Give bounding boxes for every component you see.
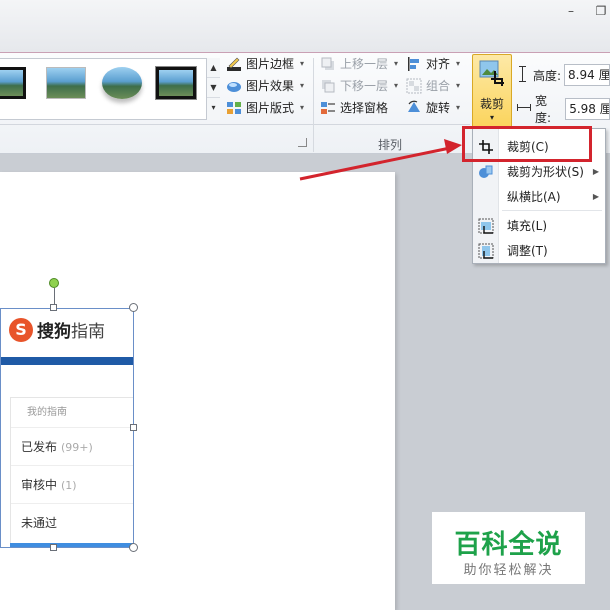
picture-effects-button[interactable]: 图片效果 ▾ xyxy=(226,76,304,96)
watermark: 百科全说 助你轻松解决 xyxy=(432,512,585,584)
sogou-logo: S 搜狗指南 xyxy=(9,317,105,342)
pencil-border-icon xyxy=(226,56,242,72)
selection-pane-icon xyxy=(320,100,336,116)
resize-handle-top[interactable] xyxy=(50,304,57,311)
rotate-button[interactable]: 旋转 ▾ xyxy=(406,98,460,118)
gallery-scrollbar[interactable]: ▲ ▼ ▾ xyxy=(206,58,220,120)
picture-border-button[interactable]: 图片边框 ▾ xyxy=(226,54,304,74)
picture-styles-launcher-icon[interactable] xyxy=(298,138,307,147)
menu-item-fit[interactable]: 调整(T) xyxy=(473,239,607,263)
align-button[interactable]: 对齐 ▾ xyxy=(406,54,460,74)
resize-handle-bottom-right[interactable] xyxy=(129,543,138,552)
card-title: 我的指南 xyxy=(11,398,133,428)
rotation-handle[interactable] xyxy=(49,278,59,288)
menu-item-crop-to-shape[interactable]: 裁剪为形状(S) ▶ xyxy=(473,160,607,184)
logo-brand: 搜狗 xyxy=(37,322,71,342)
footer-bar xyxy=(10,543,133,547)
guide-card: 我的指南 已发布 (99+) 审核中 (1) 未通过 xyxy=(10,397,133,545)
gallery-up-icon[interactable]: ▲ xyxy=(207,58,220,78)
height-input[interactable]: 8.94 厘 xyxy=(564,64,610,86)
layout-icon xyxy=(226,100,242,116)
picture-style-gallery xyxy=(0,58,220,120)
align-icon xyxy=(406,56,422,72)
gallery-down-icon[interactable]: ▼ xyxy=(207,78,220,98)
group-button[interactable]: 组合 ▾ xyxy=(406,76,460,96)
bring-forward-icon xyxy=(320,56,336,72)
watermark-subtitle: 助你轻松解决 xyxy=(463,563,554,578)
group-separator xyxy=(313,58,314,152)
submenu-arrow-icon: ▶ xyxy=(592,192,599,201)
highlight-box xyxy=(462,126,592,162)
selected-picture[interactable]: S 搜狗指南 我的指南 已发布 (99+) 审核中 (1) 未通过 xyxy=(0,308,134,548)
gallery-more-icon[interactable]: ▾ xyxy=(207,98,220,118)
list-item: 已发布 (99+) xyxy=(11,428,133,466)
resize-handle-right[interactable] xyxy=(130,424,137,431)
picture-layout-button[interactable]: 图片版式 ▾ xyxy=(226,98,304,118)
selection-pane-button[interactable]: 选择窗格 xyxy=(320,98,388,118)
crop-icon xyxy=(478,59,506,87)
resize-handle-bottom[interactable] xyxy=(50,544,57,551)
style-thumb-4[interactable] xyxy=(155,66,197,100)
rotate-icon xyxy=(406,100,422,116)
height-label: 高度: xyxy=(533,68,562,83)
restore-button[interactable]: ❐ xyxy=(592,4,610,18)
minimize-button[interactable]: – xyxy=(562,4,580,18)
menu-item-aspect-ratio[interactable]: 纵横比(A) ▶ xyxy=(473,185,607,209)
submenu-arrow-icon: ▶ xyxy=(592,167,599,176)
list-item: 未通过 xyxy=(21,516,58,530)
send-backward-icon xyxy=(320,78,336,94)
style-thumb-3[interactable] xyxy=(102,67,142,99)
send-backward-button[interactable]: 下移一层 ▾ xyxy=(320,76,398,96)
title-bar: – ❐ xyxy=(0,0,610,52)
style-thumb-1[interactable] xyxy=(0,67,26,99)
fit-icon xyxy=(478,243,494,259)
arrange-group-label: 排列 xyxy=(378,138,403,152)
watermark-title: 百科全说 xyxy=(454,530,563,560)
width-icon xyxy=(516,100,532,119)
resize-handle-top-right[interactable] xyxy=(129,303,138,312)
effects-icon xyxy=(226,78,242,94)
group-icon xyxy=(406,78,422,94)
logo-suffix: 指南 xyxy=(71,322,105,342)
width-row: 宽度: 5.98 厘 xyxy=(516,94,610,125)
header-bar xyxy=(1,357,133,365)
style-thumb-2[interactable] xyxy=(46,67,86,99)
height-row: 高度: 8.94 厘 xyxy=(516,64,610,86)
width-input[interactable]: 5.98 厘 xyxy=(565,98,610,120)
bring-forward-button[interactable]: 上移一层 ▾ xyxy=(320,54,398,74)
crop-to-shape-icon xyxy=(478,164,494,180)
menu-item-fill[interactable]: 填充(L) xyxy=(473,214,607,238)
crop-button[interactable]: 裁剪 ▾ xyxy=(472,54,512,128)
fill-icon xyxy=(478,218,494,234)
crop-dropdown-icon: ▾ xyxy=(489,113,494,122)
width-label: 宽度: xyxy=(535,94,552,125)
sogou-logo-icon: S xyxy=(9,317,33,342)
list-item: 审核中 (1) xyxy=(11,466,133,504)
height-icon xyxy=(516,65,530,86)
ribbon-divider xyxy=(0,124,470,125)
menu-separator xyxy=(502,210,602,211)
